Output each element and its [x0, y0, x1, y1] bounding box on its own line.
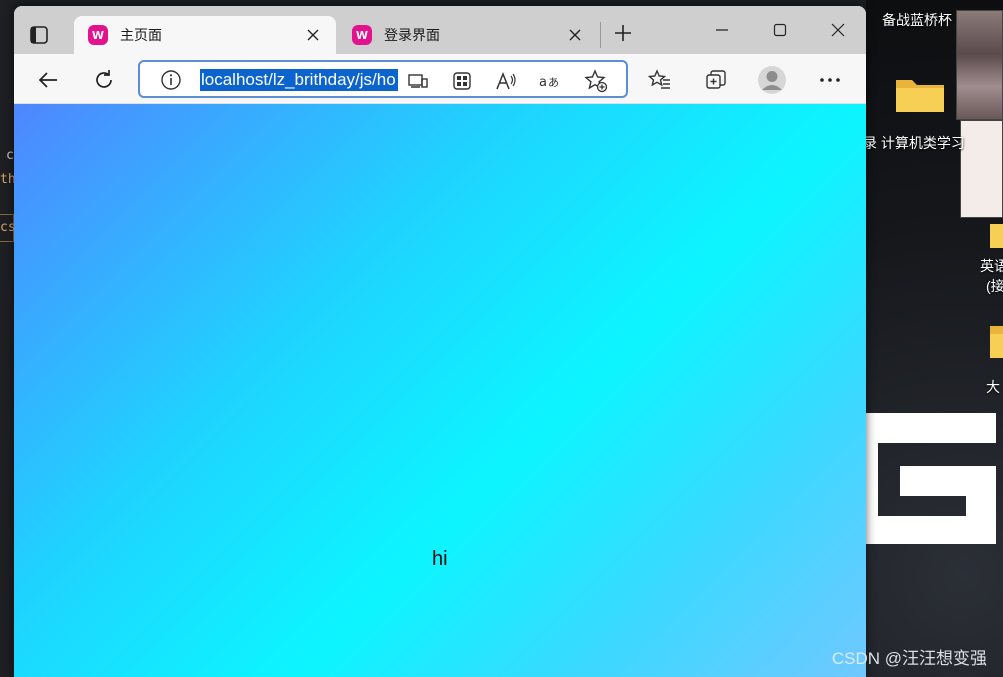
plus-icon — [615, 25, 631, 41]
close-tab-icon[interactable] — [302, 24, 324, 46]
folder-icon[interactable] — [988, 320, 1003, 360]
read-aloud-icon[interactable] — [494, 69, 518, 93]
close-window-button[interactable] — [818, 16, 858, 44]
address-bar[interactable]: localhost/lz_brithday/js/ho aあ — [138, 60, 628, 98]
folder-icon[interactable] — [988, 210, 1003, 250]
tab-title: 登录界面 — [384, 27, 440, 43]
tab-login[interactable]: W 登录界面 — [338, 16, 598, 54]
maximize-icon — [773, 23, 787, 37]
svg-text:あ: あ — [548, 76, 559, 89]
desktop-left-strip: c th cs — [0, 0, 16, 677]
profile-button[interactable] — [756, 64, 788, 96]
watermark: CSDN @汪汪想变强 — [831, 649, 987, 668]
back-button[interactable] — [32, 64, 64, 96]
tab-separator — [600, 22, 601, 48]
favicon-icon: W — [352, 25, 372, 45]
collections-icon — [706, 70, 726, 89]
desktop-thumbnail[interactable] — [960, 120, 1003, 218]
wallpaper-shape — [866, 443, 878, 544]
desktop-item-label: (接 — [986, 278, 1003, 294]
translate-icon[interactable]: aあ — [538, 69, 562, 93]
more-button[interactable] — [814, 64, 846, 96]
arrow-left-icon — [38, 72, 57, 88]
desktop-item-label[interactable]: 大 — [986, 377, 1000, 397]
tab-bar: W 主页面 W 登录界面 — [14, 6, 866, 54]
tab-title: 主页面 — [120, 27, 162, 43]
new-tab-button[interactable] — [610, 20, 636, 46]
page-text: hi — [432, 548, 448, 570]
tab-actions-icon[interactable] — [28, 24, 50, 46]
info-icon[interactable] — [160, 69, 182, 91]
code-fragment: c — [6, 148, 14, 163]
wallpaper-shape — [866, 413, 996, 443]
collections-button[interactable] — [700, 64, 732, 96]
close-tab-icon[interactable] — [564, 24, 586, 46]
app-available-icon[interactable] — [406, 69, 430, 93]
desktop-item-label[interactable]: 录 计算机类学习 — [866, 133, 965, 153]
label-fragment: 录 — [866, 135, 877, 151]
refresh-icon — [96, 70, 112, 88]
browser-window: W 主页面 W 登录界面 localhost/lz_brithday/js/ho… — [14, 6, 866, 677]
favorites-button[interactable] — [644, 64, 676, 96]
maximize-button[interactable] — [760, 16, 800, 44]
svg-text:a: a — [539, 75, 547, 90]
avatar-icon — [758, 66, 786, 94]
favicon-icon: W — [88, 25, 108, 45]
desktop-thumbnail[interactable] — [956, 10, 1003, 120]
page-content: hi — [14, 104, 866, 677]
minimize-icon — [716, 29, 728, 31]
desktop-area: 备战蓝桥杯 录 计算机类学习 英语 (接 大 — [866, 0, 1003, 677]
desktop-item-label[interactable]: 备战蓝桥杯 — [882, 10, 952, 30]
code-fragment-box: cs — [0, 214, 16, 242]
apps-grid-icon[interactable] — [450, 69, 474, 93]
refresh-button[interactable] — [88, 64, 120, 96]
minimize-button[interactable] — [702, 16, 742, 44]
favorites-icon — [648, 69, 670, 89]
url-text[interactable]: localhost/lz_brithday/js/ho — [200, 69, 398, 91]
more-icon — [820, 78, 840, 82]
label-text: 计算机类学习 — [880, 135, 965, 151]
add-favorite-icon[interactable] — [584, 69, 608, 93]
wallpaper-shape — [866, 516, 996, 544]
close-icon — [831, 23, 845, 37]
desktop-item-label[interactable]: 英语 — [980, 256, 1003, 276]
tab-home[interactable]: W 主页面 — [74, 16, 336, 54]
toolbar: localhost/lz_brithday/js/ho aあ — [14, 54, 866, 104]
folder-icon[interactable] — [894, 74, 946, 114]
